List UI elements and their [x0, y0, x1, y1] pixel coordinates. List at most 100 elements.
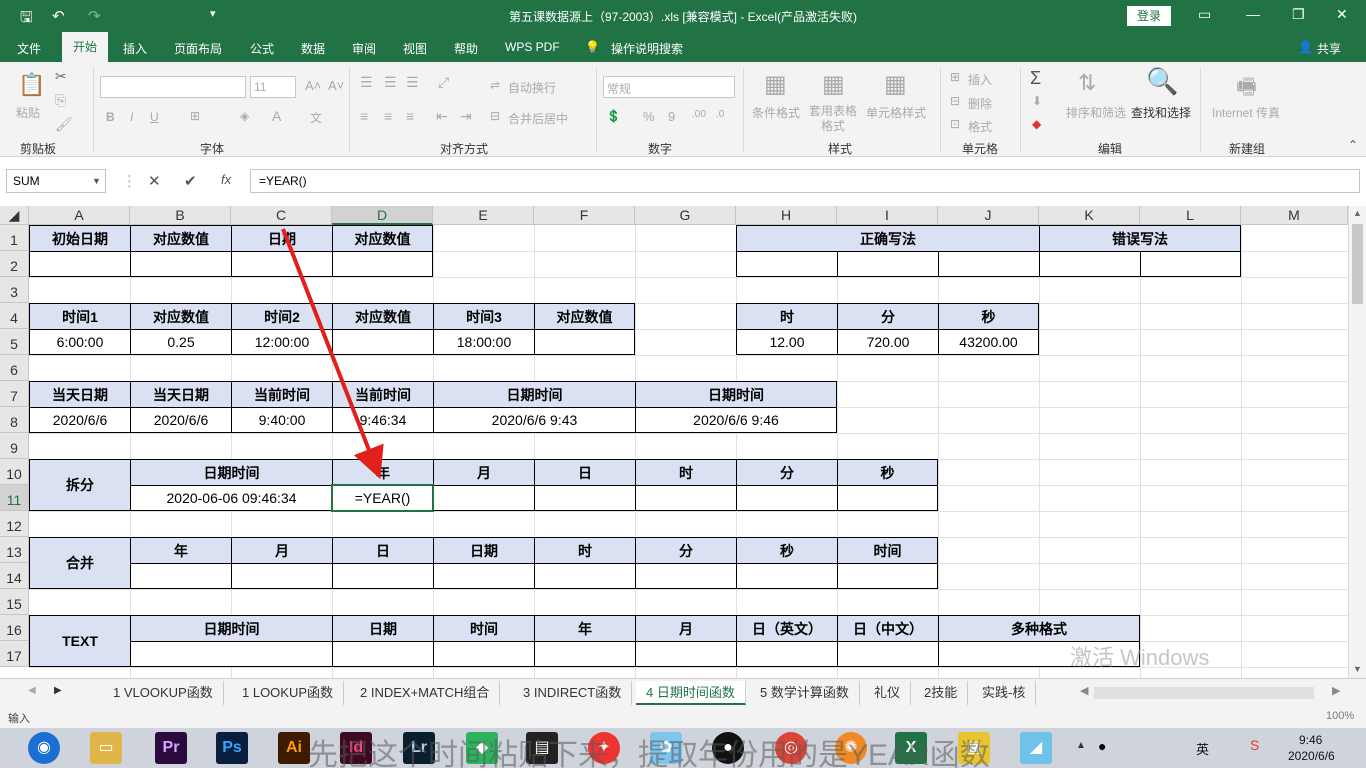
paste-label[interactable]: 粘贴: [16, 104, 40, 121]
shrink-font-icon[interactable]: A˅: [328, 78, 344, 93]
internet-fax-button[interactable]: Internet 传真: [1212, 104, 1280, 121]
align-left-icon[interactable]: ≡: [360, 108, 368, 124]
paste-icon[interactable]: 📋: [18, 72, 45, 98]
clear-icon[interactable]: ◆: [1032, 117, 1041, 131]
cell-style-icon[interactable]: ▦: [884, 70, 907, 99]
maximize-icon[interactable]: ❐: [1292, 6, 1305, 23]
tray-expand-icon[interactable]: ▲: [1076, 740, 1086, 751]
ribbon-display-icon[interactable]: ▭: [1198, 6, 1211, 23]
sheet-tab[interactable]: 5 数学计算函数: [750, 681, 860, 705]
wrap-text-button[interactable]: 自动换行: [508, 79, 556, 96]
bold-icon[interactable]: B: [106, 110, 115, 124]
delete-cells-button[interactable]: 删除: [968, 95, 992, 112]
hscroll-left-icon[interactable]: ◀: [1080, 684, 1088, 697]
tab-home[interactable]: 开始: [62, 32, 108, 62]
next-sheet-icon[interactable]: ▶: [54, 685, 62, 696]
enter-icon[interactable]: ✔: [184, 172, 197, 190]
sort-filter-icon[interactable]: ⇅: [1078, 70, 1096, 96]
app-lightblue-icon[interactable]: ◢: [1020, 732, 1052, 764]
format-table-icon[interactable]: ▦: [822, 70, 845, 99]
wrap-text-icon[interactable]: ⇌: [490, 78, 500, 92]
border-icon[interactable]: ⊞: [190, 109, 200, 123]
login-button[interactable]: 登录: [1127, 6, 1171, 26]
tab-file[interactable]: 文件: [17, 40, 41, 57]
number-format-dropdown[interactable]: 常规: [603, 76, 735, 98]
scroll-up-icon[interactable]: ▲: [1353, 208, 1362, 218]
autosum-icon[interactable]: Σ: [1030, 68, 1041, 89]
namebox-dropdown-icon[interactable]: ▼: [92, 176, 101, 186]
font-size-dropdown[interactable]: 11: [250, 76, 296, 98]
copy-icon[interactable]: ⎘: [55, 92, 66, 109]
sheet-tab[interactable]: 2技能: [914, 681, 969, 705]
increase-decimal-icon[interactable]: .00: [692, 109, 706, 120]
illustrator-icon[interactable]: Ai: [278, 732, 310, 764]
cell-style-button[interactable]: 单元格样式: [866, 104, 926, 121]
tab-wps-pdf[interactable]: WPS PDF: [505, 40, 560, 54]
find-select-button[interactable]: 查找和选择: [1131, 104, 1191, 121]
sort-filter-button[interactable]: 排序和筛选: [1066, 104, 1126, 121]
find-select-icon[interactable]: 🔍: [1146, 66, 1178, 97]
phonetic-icon[interactable]: 文: [310, 109, 322, 126]
tab-insert[interactable]: 插入: [123, 40, 147, 57]
format-cells-button[interactable]: 格式: [968, 118, 992, 135]
premiere-icon[interactable]: Pr: [155, 732, 187, 764]
zoom-level[interactable]: 100%: [1326, 710, 1354, 722]
format-painter-icon[interactable]: 🖌: [55, 116, 73, 133]
ime-indicator[interactable]: 英: [1196, 739, 1209, 758]
align-bottom-icon[interactable]: ☰: [406, 74, 419, 91]
tray-sogou-icon[interactable]: S: [1250, 737, 1259, 753]
font-name-dropdown[interactable]: [100, 76, 246, 98]
file-explorer-icon[interactable]: ▭: [90, 732, 122, 764]
merge-icon[interactable]: ⊟: [490, 109, 500, 123]
insert-cells-button[interactable]: 插入: [968, 71, 992, 88]
align-center-icon[interactable]: ≡: [384, 108, 392, 124]
hscroll-right-icon[interactable]: ▶: [1332, 684, 1340, 697]
sheet-tab[interactable]: 1 VLOOKUP函数: [103, 681, 224, 705]
horizontal-scrollbar[interactable]: [1094, 687, 1314, 699]
minimize-icon[interactable]: —: [1246, 6, 1260, 22]
scroll-thumb[interactable]: [1352, 224, 1363, 304]
percent-icon[interactable]: %: [643, 109, 655, 124]
close-icon[interactable]: ✕: [1336, 6, 1348, 23]
fax-icon[interactable]: 🖷: [1236, 70, 1257, 108]
tab-formulas[interactable]: 公式: [250, 40, 274, 57]
conditional-format-button[interactable]: 条件格式: [752, 104, 800, 121]
prev-sheet-icon[interactable]: ◀: [28, 685, 36, 696]
cut-icon[interactable]: ✂: [55, 68, 67, 85]
delete-cells-icon[interactable]: ⊟: [950, 94, 960, 108]
tab-data[interactable]: 数据: [301, 40, 325, 57]
sheet-tab[interactable]: 1 LOOKUP函数: [232, 681, 345, 705]
vertical-scrollbar[interactable]: ▲ ▼: [1348, 206, 1366, 678]
merge-center-button[interactable]: 合并后居中: [508, 110, 568, 127]
tab-view[interactable]: 视图: [403, 40, 427, 57]
scroll-down-icon[interactable]: ▼: [1353, 664, 1362, 674]
photoshop-icon[interactable]: Ps: [216, 732, 248, 764]
comma-icon[interactable]: 9: [668, 109, 675, 124]
worksheet-grid[interactable]: ◢ A B C D E F G H I J K L M 1 2 3 4 5 6 …: [0, 206, 1348, 678]
align-right-icon[interactable]: ≡: [406, 108, 414, 124]
increase-indent-icon[interactable]: ⇥: [460, 108, 472, 125]
decrease-indent-icon[interactable]: ⇤: [436, 108, 448, 125]
format-table-button[interactable]: 套用表格格式: [806, 104, 860, 134]
font-color-icon[interactable]: A: [272, 108, 281, 124]
grow-font-icon[interactable]: A˄: [305, 78, 321, 93]
formula-input[interactable]: =YEAR(): [250, 169, 1360, 193]
underline-icon[interactable]: U: [150, 110, 159, 124]
sheet-tab[interactable]: 3 INDIRECT函数: [513, 681, 633, 705]
tray-qq-icon[interactable]: ●: [1098, 738, 1106, 754]
format-cells-icon[interactable]: ⊡: [950, 117, 960, 131]
insert-function-icon[interactable]: fx: [221, 172, 231, 187]
align-middle-icon[interactable]: ☰: [384, 74, 397, 91]
sheet-tab-active[interactable]: 4 日期时间函数: [636, 681, 746, 705]
cancel-icon[interactable]: ✕: [148, 172, 161, 190]
share-button[interactable]: 共享: [1317, 40, 1341, 57]
insert-cells-icon[interactable]: ⊞: [950, 70, 960, 84]
tab-page-layout[interactable]: 页面布局: [174, 40, 222, 57]
name-box[interactable]: SUM: [6, 169, 106, 193]
sheet-tab[interactable]: 礼仪: [864, 681, 912, 705]
conditional-format-icon[interactable]: ▦: [764, 70, 787, 99]
italic-icon[interactable]: I: [130, 110, 133, 124]
clock-date[interactable]: 2020/6/6: [1288, 749, 1335, 763]
tell-me-search[interactable]: 操作说明搜索: [611, 40, 683, 57]
browser-icon[interactable]: ◉: [28, 732, 60, 764]
